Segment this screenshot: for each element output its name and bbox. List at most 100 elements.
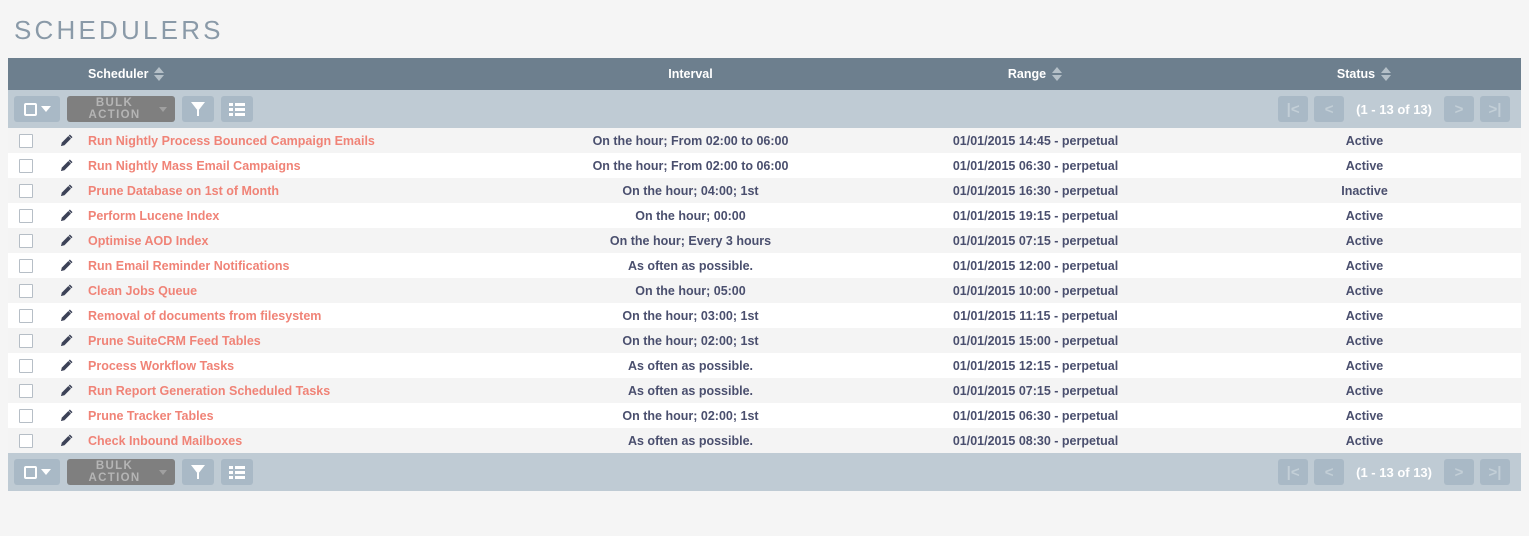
interval-text: On the hour; 00:00 — [635, 208, 746, 223]
status-text: Active — [1345, 283, 1384, 298]
row-scheduler-cell: Run Nightly Mass Email Campaigns — [88, 153, 518, 178]
sort-icon[interactable] — [1052, 67, 1063, 81]
pencil-icon[interactable] — [59, 183, 74, 198]
pagination-prev-button[interactable]: < — [1314, 96, 1345, 122]
row-interval-cell: On the hour; 00:00 — [518, 203, 863, 228]
row-edit-cell — [44, 428, 88, 453]
pencil-icon[interactable] — [59, 333, 74, 348]
column-header-status[interactable]: Status — [1208, 67, 1521, 81]
interval-text: On the hour; 04:00; 1st — [622, 183, 759, 198]
row-checkbox[interactable] — [19, 258, 33, 273]
row-scheduler-cell: Clean Jobs Queue — [88, 278, 518, 303]
pagination-top: |< < (1 - 13 of 13) > >| — [1275, 90, 1513, 128]
caret-down-icon — [40, 469, 51, 475]
row-interval-cell: On the hour; 02:00; 1st — [518, 328, 863, 353]
row-range-cell: 01/01/2015 14:45 - perpetual — [863, 128, 1208, 153]
list-icon — [229, 102, 245, 116]
row-checkbox[interactable] — [19, 383, 33, 398]
bulk-action-button[interactable]: BULK ACTION — [67, 459, 175, 485]
scheduler-link[interactable]: Prune Tracker Tables — [88, 409, 214, 423]
sort-icon[interactable] — [1381, 67, 1392, 81]
range-text: 01/01/2015 07:15 - perpetual — [952, 233, 1119, 248]
scheduler-link[interactable]: Removal of documents from filesystem — [88, 309, 321, 323]
pagination-first-button[interactable]: |< — [1278, 459, 1309, 485]
pagination-prev-button[interactable]: < — [1314, 459, 1345, 485]
select-all-dropdown-button[interactable] — [14, 96, 60, 122]
row-edit-cell — [44, 328, 88, 353]
table-row: Removal of documents from filesystem On t… — [8, 303, 1521, 328]
row-interval-cell: On the hour; 05:00 — [518, 278, 863, 303]
filter-button[interactable] — [182, 96, 214, 122]
pencil-icon[interactable] — [59, 208, 74, 223]
pencil-icon[interactable] — [59, 408, 74, 423]
status-text: Active — [1345, 308, 1384, 323]
column-header-interval[interactable]: Interval — [518, 67, 863, 81]
row-checkbox-cell — [8, 228, 44, 253]
scheduler-link[interactable]: Process Workflow Tasks — [88, 359, 234, 373]
row-checkbox[interactable] — [19, 408, 33, 423]
row-checkbox[interactable] — [19, 358, 33, 373]
column-header-range[interactable]: Range — [863, 67, 1208, 81]
row-checkbox[interactable] — [19, 333, 33, 348]
range-text: 01/01/2015 11:15 - perpetual — [953, 308, 1118, 323]
row-checkbox[interactable] — [19, 183, 33, 198]
row-interval-cell: As often as possible. — [518, 378, 863, 403]
pagination-next-button[interactable]: > — [1444, 459, 1474, 485]
scheduler-link[interactable]: Run Nightly Mass Email Campaigns — [88, 159, 301, 173]
pencil-icon[interactable] — [59, 283, 74, 298]
schedulers-page: SCHEDULERS Scheduler Interval Range Stat… — [0, 0, 1529, 536]
pencil-icon[interactable] — [59, 358, 74, 373]
pagination-first-button[interactable]: |< — [1278, 96, 1309, 122]
bulk-action-button[interactable]: BULK ACTION — [67, 96, 175, 122]
table-row: Run Email Reminder Notifications As often… — [8, 253, 1521, 278]
pencil-icon[interactable] — [59, 158, 74, 173]
select-all-dropdown-button[interactable] — [14, 459, 60, 485]
row-scheduler-cell: Perform Lucene Index — [88, 203, 518, 228]
range-text: 01/01/2015 06:30 - perpetual — [952, 158, 1119, 173]
pencil-icon[interactable] — [59, 383, 74, 398]
scheduler-link[interactable]: Clean Jobs Queue — [88, 284, 197, 298]
scheduler-link[interactable]: Run Report Generation Scheduled Tasks — [88, 384, 330, 398]
row-checkbox-cell — [8, 278, 44, 303]
scheduler-link[interactable]: Perform Lucene Index — [88, 209, 219, 223]
row-interval-cell: As often as possible. — [518, 253, 863, 278]
pagination-last-button[interactable]: >| — [1480, 459, 1510, 485]
pagination-next-button[interactable]: > — [1444, 96, 1474, 122]
pencil-icon[interactable] — [59, 258, 74, 273]
pencil-icon[interactable] — [59, 133, 74, 148]
table-row: Prune Database on 1st of Month On the hou… — [8, 178, 1521, 203]
row-checkbox[interactable] — [19, 208, 33, 223]
scheduler-link[interactable]: Prune Database on 1st of Month — [88, 184, 279, 198]
scheduler-link[interactable]: Optimise AOD Index — [88, 234, 208, 248]
row-edit-cell — [44, 203, 88, 228]
scheduler-link[interactable]: Run Nightly Process Bounced Campaign Ema… — [88, 134, 375, 148]
row-checkbox[interactable] — [19, 158, 33, 173]
column-header-scheduler[interactable]: Scheduler — [88, 67, 518, 81]
scheduler-link[interactable]: Run Email Reminder Notifications — [88, 259, 289, 273]
scheduler-link[interactable]: Prune SuiteCRM Feed Tables — [88, 334, 261, 348]
sort-icon[interactable] — [154, 67, 165, 81]
pencil-icon[interactable] — [59, 308, 74, 323]
pencil-icon[interactable] — [59, 433, 74, 448]
pagination-last-button[interactable]: >| — [1480, 96, 1510, 122]
column-chooser-button[interactable] — [221, 459, 253, 485]
row-checkbox-cell — [8, 203, 44, 228]
checkbox-icon — [23, 465, 37, 479]
row-checkbox[interactable] — [19, 283, 33, 298]
row-status-cell: Active — [1208, 303, 1521, 328]
row-checkbox-cell — [8, 403, 44, 428]
row-checkbox[interactable] — [19, 308, 33, 323]
row-scheduler-cell: Removal of documents from filesystem — [88, 303, 518, 328]
row-checkbox[interactable] — [19, 233, 33, 248]
filter-button[interactable] — [182, 459, 214, 485]
row-checkbox[interactable] — [19, 433, 33, 448]
row-interval-cell: As often as possible. — [518, 353, 863, 378]
row-status-cell: Active — [1208, 153, 1521, 178]
table-row: Optimise AOD Index On the hour; Every 3 h… — [8, 228, 1521, 253]
row-checkbox[interactable] — [19, 133, 33, 148]
row-checkbox-cell — [8, 328, 44, 353]
scheduler-link[interactable]: Check Inbound Mailboxes — [88, 434, 242, 448]
row-edit-cell — [44, 153, 88, 178]
pencil-icon[interactable] — [59, 233, 74, 248]
column-chooser-button[interactable] — [221, 96, 253, 122]
